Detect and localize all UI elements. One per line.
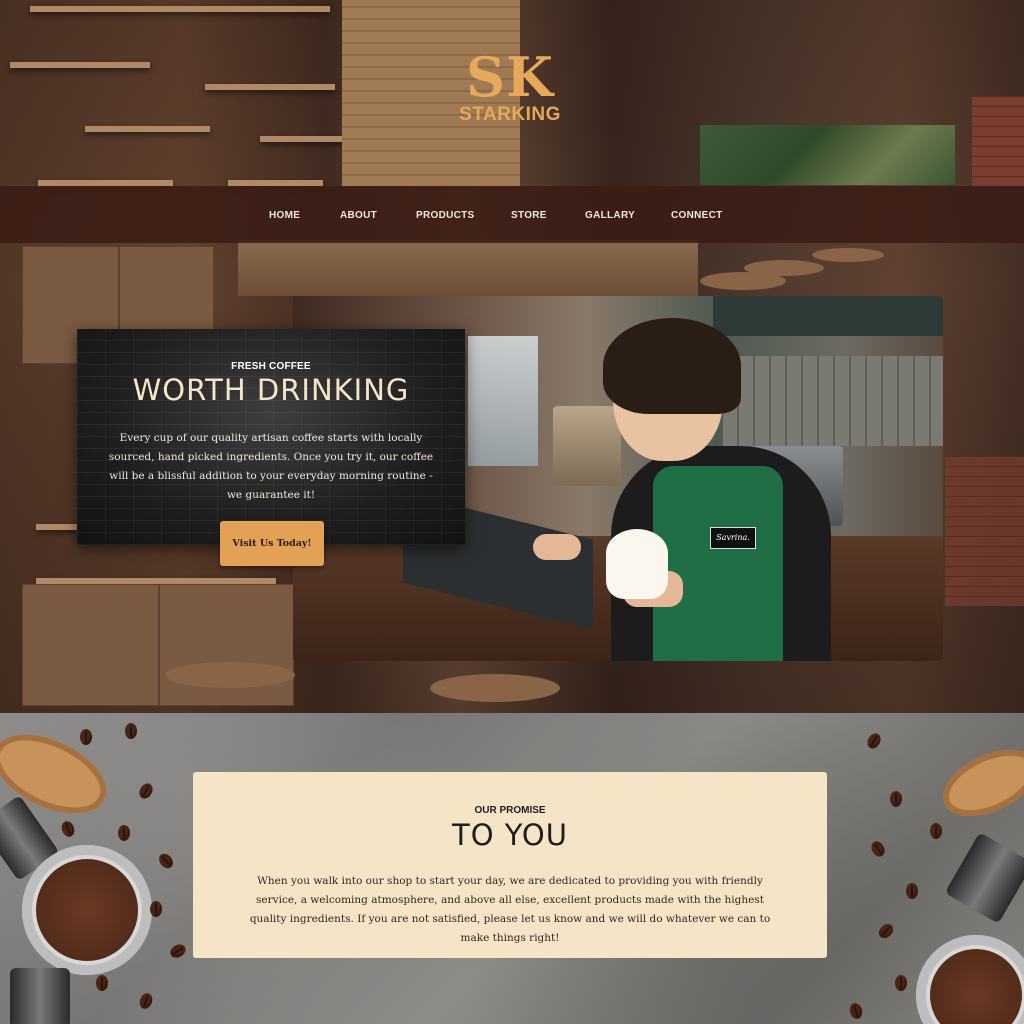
coffee-bean — [80, 729, 92, 745]
stool — [812, 248, 884, 262]
coffee-bean — [868, 839, 888, 859]
nav-item-store[interactable]: STORE — [511, 210, 547, 221]
portafilter-image — [22, 845, 152, 975]
nav-item-about[interactable]: ABOUT — [340, 210, 377, 221]
coffee-bean — [895, 975, 907, 991]
coffee-bean — [890, 791, 902, 807]
stool — [744, 260, 824, 276]
coffee-bean — [96, 975, 108, 991]
coffee-bean — [125, 723, 137, 739]
nav-item-home[interactable]: HOME — [269, 210, 300, 221]
portafilter-image — [916, 935, 1024, 1024]
shelf — [85, 126, 210, 132]
shelf — [260, 136, 345, 142]
photo-hand — [533, 534, 581, 560]
coffee-bean — [150, 901, 162, 917]
coffee-bean — [118, 825, 130, 841]
coffee-scoop-image — [932, 736, 1024, 830]
coffee-bean — [156, 851, 176, 871]
photo-barista-apron — [653, 466, 783, 661]
brick-wall — [972, 96, 1024, 186]
coffee-bean — [168, 941, 188, 961]
photo-barista-hair — [603, 318, 741, 414]
photo-name-tag: Savrina. — [710, 527, 756, 549]
brand-logo[interactable]: SK STARKING — [456, 50, 564, 126]
hero-title: WORTH DRINKING — [132, 373, 410, 407]
promise-description: When you walk into our shop to start you… — [249, 875, 771, 944]
photo-machine — [553, 406, 621, 486]
promise-card: OUR PROMISE TO YOU When you walk into ou… — [193, 772, 827, 958]
promise-kicker: OUR PROMISE — [474, 805, 546, 816]
promise-title: TO YOU — [452, 818, 568, 852]
logo-monogram: SK — [466, 45, 554, 109]
hero-card: FRESH COFFEE WORTH DRINKING Every cup of… — [77, 329, 465, 545]
nav-item-connect[interactable]: CONNECT — [671, 210, 723, 221]
photo-tile-wall — [723, 356, 943, 446]
stool — [430, 674, 560, 702]
counter — [238, 240, 698, 296]
coffee-bean — [876, 921, 896, 941]
shelf — [205, 84, 335, 90]
coffee-bean — [848, 1001, 864, 1021]
coffee-bean — [136, 781, 156, 801]
nav-item-gallary[interactable]: GALLARY — [585, 210, 635, 221]
hero-description: Every cup of our quality artisan coffee … — [108, 432, 434, 501]
coffee-bean — [137, 991, 155, 1011]
main-nav: HOME ABOUT PRODUCTS STORE GALLARY CONNEC… — [0, 186, 1024, 243]
nav-item-products[interactable]: PRODUCTS — [416, 210, 475, 221]
photo-coffee-cup — [606, 529, 668, 599]
shelf — [10, 62, 150, 68]
logo-wordmark: STARKING — [459, 104, 561, 125]
tamper-image — [944, 832, 1024, 924]
visit-us-button[interactable]: Visit Us Today! — [220, 521, 324, 566]
photo-window — [468, 336, 538, 466]
wall-mural — [700, 125, 955, 185]
hero-kicker: FRESH COFFEE — [231, 361, 311, 372]
cabinet — [22, 584, 294, 706]
tamper-image — [10, 968, 70, 1024]
coffee-bean — [59, 819, 77, 839]
stool — [165, 662, 295, 688]
coffee-bean — [906, 883, 918, 899]
coffee-bean — [864, 731, 884, 751]
photo-menu-board — [713, 296, 943, 336]
coffee-bean — [930, 823, 942, 839]
shelf — [30, 6, 330, 12]
brick-wall — [945, 456, 1024, 606]
